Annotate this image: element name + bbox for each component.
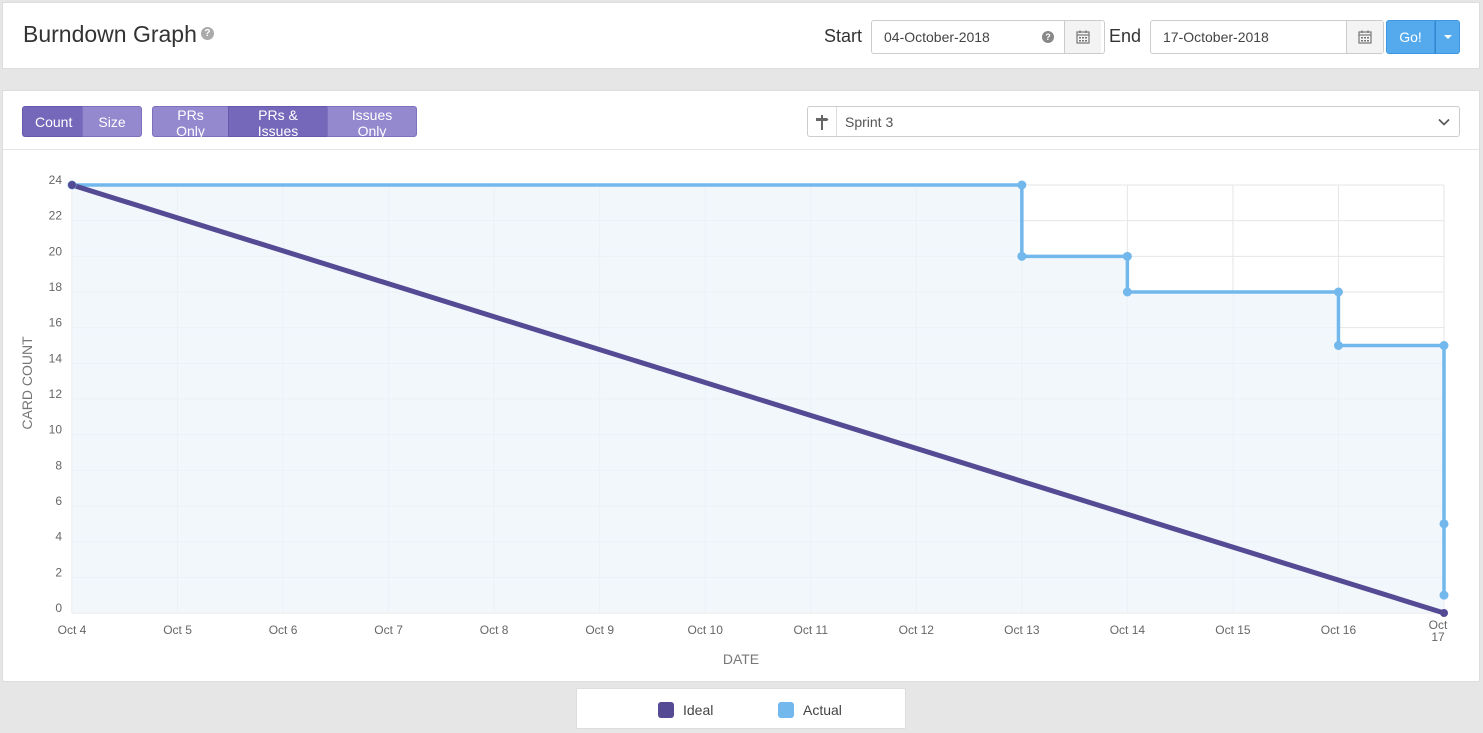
x-tick-label: Oct 11: [794, 623, 829, 637]
x-tick-label: Oct 12: [899, 623, 935, 637]
x-tick-label: Oct 13: [1004, 623, 1040, 637]
ideal-data-point[interactable]: [1440, 609, 1448, 617]
actual-data-point[interactable]: [1439, 341, 1449, 350]
actual-data-point[interactable]: [1122, 287, 1132, 297]
actual-data-point[interactable]: [1122, 251, 1132, 261]
y-tick-label: 10: [49, 423, 63, 437]
y-tick-label: 20: [49, 244, 63, 258]
y-tick-label: 4: [55, 530, 62, 544]
y-tick-label: 0: [55, 601, 62, 615]
x-tick-label: Oct 16: [1321, 623, 1357, 637]
x-tick-label: Oct 14: [1110, 623, 1146, 637]
x-axis-label: DATE: [723, 651, 759, 667]
y-tick-label: 14: [49, 351, 63, 365]
x-tick-label: Oct 17: [1429, 618, 1448, 644]
y-tick-label: 24: [49, 173, 63, 187]
actual-data-point[interactable]: [1333, 287, 1343, 297]
x-tick-label: Oct 8: [480, 623, 509, 637]
actual-data-point[interactable]: [1439, 519, 1449, 529]
x-tick-label: Oct 4: [58, 623, 87, 637]
legend-swatch-actual: [778, 702, 794, 718]
y-tick-label: 16: [49, 316, 63, 330]
x-tick-label: Oct 10: [688, 623, 724, 637]
legend-item-actual[interactable]: Actual: [778, 702, 842, 718]
y-tick-label: 8: [55, 458, 62, 472]
actual-data-point[interactable]: [1439, 590, 1449, 600]
x-tick-label: Oct 5: [163, 623, 192, 637]
burndown-chart: 024681012141618202224Oct 4 Oct 5 Oct 6 Oct …: [19, 173, 1449, 667]
legend-label-ideal: Ideal: [683, 702, 714, 718]
actual-data-point[interactable]: [1017, 180, 1027, 190]
y-tick-label: 2: [55, 565, 62, 579]
x-tick-label: Oct 15: [1215, 623, 1251, 637]
y-axis-label: CARD COUNT: [19, 336, 35, 430]
legend-swatch-ideal: [658, 702, 674, 718]
x-tick-label: Oct 6: [269, 623, 298, 637]
x-tick-label: Oct 9: [585, 623, 614, 637]
actual-data-point[interactable]: [1017, 251, 1027, 261]
actual-data-point[interactable]: [1333, 341, 1343, 350]
x-tick-label: Oct 7: [374, 623, 403, 637]
ideal-data-point[interactable]: [68, 181, 76, 189]
legend-item-ideal[interactable]: Ideal: [658, 702, 713, 718]
y-tick-label: 6: [55, 494, 62, 508]
chart-legend: Ideal Actual: [576, 688, 906, 729]
y-tick-label: 22: [49, 209, 63, 223]
y-tick-label: 12: [49, 387, 63, 401]
y-tick-label: 18: [49, 280, 63, 294]
legend-label-actual: Actual: [803, 702, 842, 718]
